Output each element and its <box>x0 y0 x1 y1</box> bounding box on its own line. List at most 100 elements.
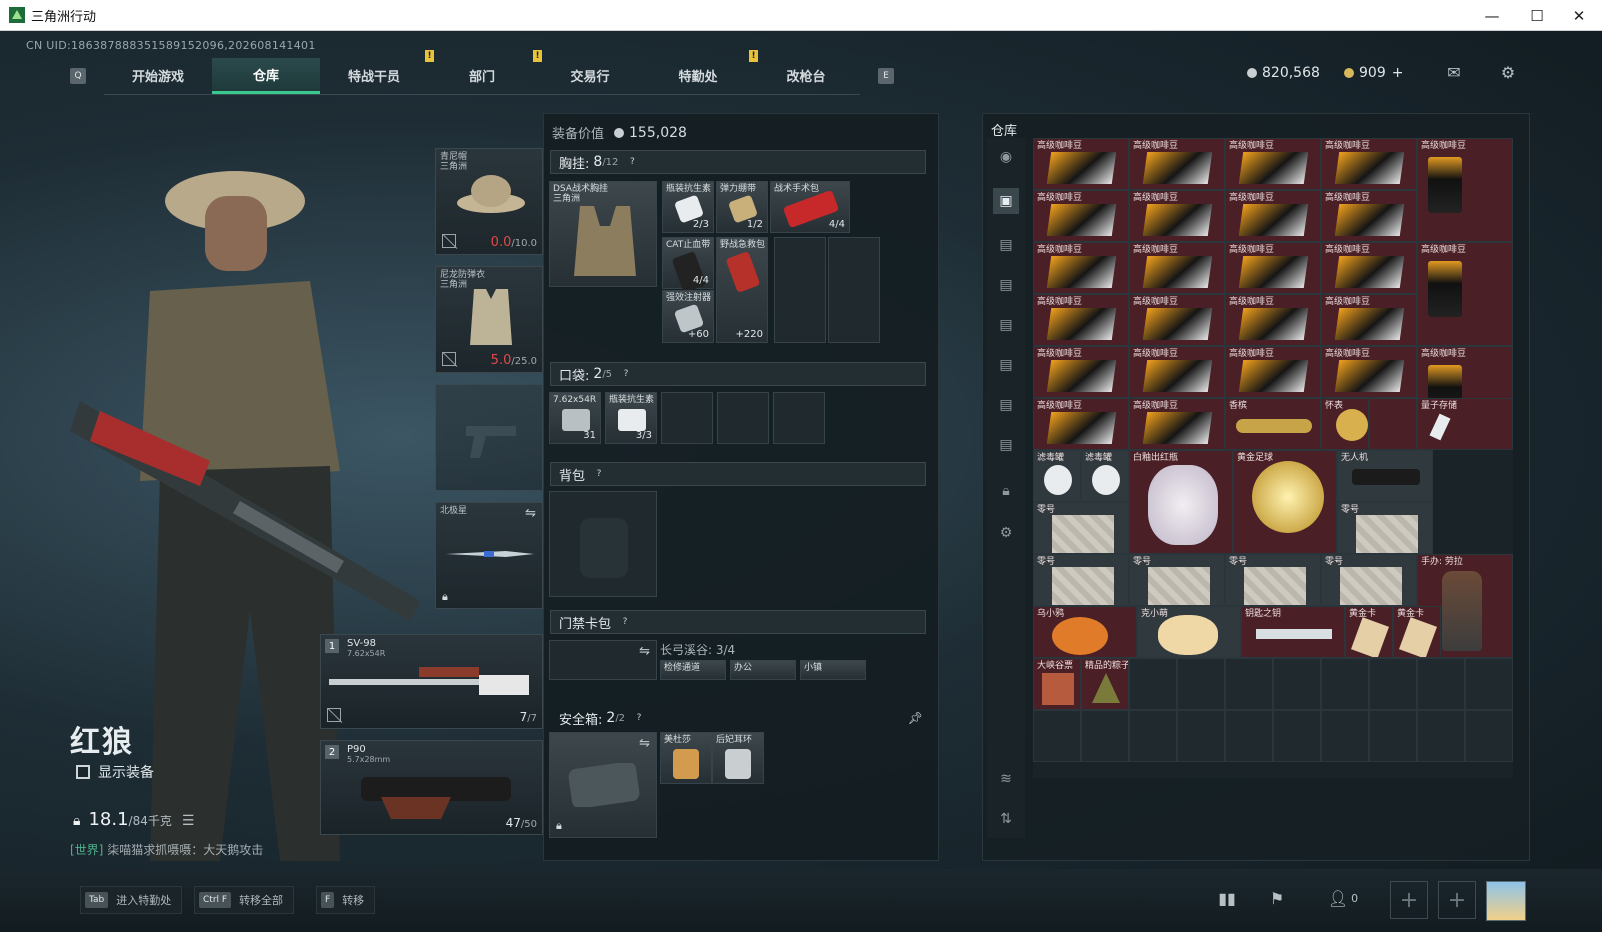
stash-item[interactable]: 高级咖啡豆 <box>1225 294 1321 346</box>
empty-slot[interactable] <box>774 237 826 343</box>
flag-icon[interactable]: ⚑ <box>1266 889 1288 908</box>
nav-prev-key[interactable]: Q <box>70 68 86 84</box>
stash-item[interactable]: 高级咖啡豆 <box>1225 190 1321 242</box>
stash-page-5-icon[interactable]: ▤ <box>993 352 1019 378</box>
safe-box-item[interactable]: ⇋ 🔒︎ <box>549 732 657 838</box>
pocket-item[interactable]: 瓶装抗生素 3/3 <box>605 392 657 444</box>
armor-slot[interactable]: 尼龙防弹衣 三角洲 5.0/25.0 <box>435 266 543 373</box>
maximize-button[interactable]: ☐ <box>1514 0 1560 31</box>
empty-stash-cell[interactable] <box>1321 658 1369 710</box>
stash-item[interactable]: 高级咖啡豆 <box>1321 138 1417 190</box>
stash-item[interactable]: 精品的粽子 <box>1081 658 1129 710</box>
chest-item[interactable]: 弹力绷带 1/2 <box>716 181 768 233</box>
stash-item[interactable]: 零号 <box>1225 554 1321 606</box>
stash-item[interactable]: 高级咖啡豆 <box>1129 346 1225 398</box>
tab-6[interactable]: 改枪台 <box>752 58 860 94</box>
empty-stash-cell[interactable] <box>1273 658 1321 710</box>
add-gold-button[interactable]: + <box>1392 65 1404 81</box>
stash-item[interactable]: 高级咖啡豆 <box>1417 242 1513 346</box>
empty-stash-cell[interactable] <box>1369 710 1417 762</box>
helmet-slot[interactable]: 青尼帽 三角洲 0.0/10.0 <box>435 148 543 255</box>
stash-item[interactable]: 零号 <box>1033 502 1129 554</box>
empty-slot[interactable] <box>717 392 769 444</box>
stash-item[interactable]: 怀表 <box>1321 398 1369 450</box>
show-equip-toggle[interactable]: 显示装备 <box>76 762 154 782</box>
stash-item[interactable]: 高级咖啡豆 <box>1225 242 1321 294</box>
secondary-weapon-slot[interactable]: 2 P90 5.7x28mm 47/50 <box>320 740 543 835</box>
empty-stash-cell[interactable] <box>1465 710 1513 762</box>
stash-item[interactable]: 高级咖啡豆 <box>1033 190 1129 242</box>
show-equip-checkbox[interactable] <box>76 765 90 779</box>
player-avatar[interactable] <box>1486 881 1526 921</box>
settings-gear-icon[interactable]: ⚙ <box>1497 63 1519 82</box>
empty-slot[interactable] <box>828 237 880 343</box>
close-button[interactable]: ✕ <box>1556 0 1602 31</box>
melee-slot[interactable]: 北极星 ⇋ 🔒︎ <box>435 502 543 609</box>
stash-item[interactable]: 高级咖啡豆 <box>1033 138 1129 190</box>
safe-item[interactable]: 美杜莎 <box>660 732 712 784</box>
stash-item[interactable]: 高级咖啡豆 <box>1321 190 1417 242</box>
chest-item[interactable]: 瓶装抗生素 2/3 <box>662 181 714 233</box>
chest-item[interactable]: 强效注射器 +60 <box>662 290 714 343</box>
stash-item[interactable]: 高级咖啡豆 <box>1129 294 1225 346</box>
stash-item[interactable]: 零号 <box>1033 554 1129 606</box>
tab-2[interactable]: 特战干员! <box>320 49 434 94</box>
stash-item[interactable]: 克小萌 <box>1137 606 1241 658</box>
stash-item[interactable]: 高级咖啡豆 <box>1033 242 1129 294</box>
stash-page-6-icon[interactable]: ▤ <box>993 392 1019 418</box>
stash-all-icon[interactable]: ◉ <box>993 144 1019 170</box>
empty-stash-cell[interactable] <box>1417 710 1465 762</box>
tab-3[interactable]: 部门! <box>428 49 542 94</box>
chest-item[interactable]: 野战急救包 +220 <box>716 237 768 343</box>
stash-page-7-icon[interactable]: ▤ <box>993 432 1019 458</box>
empty-stash-cell[interactable] <box>1177 710 1225 762</box>
stash-item[interactable]: 零号 <box>1129 554 1225 606</box>
empty-stash-cell[interactable] <box>1225 710 1273 762</box>
empty-stash-cell[interactable] <box>1321 710 1369 762</box>
stash-item[interactable]: 高级咖啡豆 <box>1321 346 1417 398</box>
add-squad-slot-1[interactable]: + <box>1390 881 1428 919</box>
chest-rig-item[interactable]: DSA战术胸挂 三角洲 <box>549 181 657 287</box>
keycard-item[interactable]: 小镇 <box>800 660 866 680</box>
empty-stash-cell[interactable] <box>1369 658 1417 710</box>
backpack-slot[interactable] <box>549 491 657 597</box>
keycard-item[interactable]: 检修通道 <box>660 660 726 680</box>
stash-item[interactable]: 无人机 <box>1337 450 1433 502</box>
stash-item[interactable]: 钥匙之钥 <box>1241 606 1345 658</box>
chest-item[interactable]: 战术手术包 4/4 <box>770 181 850 233</box>
empty-stash-cell[interactable] <box>1273 710 1321 762</box>
pocket-item[interactable]: 7.62x54R 31 <box>549 392 601 444</box>
stash-item[interactable]: 白釉出红瓶 <box>1129 450 1233 554</box>
tab-1[interactable]: 仓库 <box>212 57 320 94</box>
squad-icon[interactable]: 👤︎ 0 <box>1323 889 1363 908</box>
primary-weapon-slot[interactable]: 1 SV-98 7.62x54R 7/7 <box>320 634 543 729</box>
empty-stash-cell[interactable] <box>1129 658 1177 710</box>
empty-stash-cell[interactable] <box>1177 658 1225 710</box>
key-hint[interactable]: F 转移 <box>316 886 376 914</box>
stash-item[interactable]: 高级咖啡豆 <box>1033 294 1129 346</box>
stats-chart-icon[interactable]: ▮▮ <box>1216 889 1238 908</box>
mail-icon[interactable]: ✉ <box>1443 63 1465 82</box>
stash-page-3-icon[interactable]: ▤ <box>993 272 1019 298</box>
stash-item[interactable]: 香槟 <box>1225 398 1321 450</box>
tab-4[interactable]: 交易行 <box>536 58 644 94</box>
stash-item[interactable]: 零号 <box>1337 502 1433 554</box>
swap-icon[interactable]: ⇋ <box>639 736 650 751</box>
stash-item[interactable]: 乌小鸦 <box>1033 606 1137 658</box>
stash-page-2-icon[interactable]: ▤ <box>993 232 1019 258</box>
stash-item[interactable]: 高级咖啡豆 <box>1321 242 1417 294</box>
stash-item[interactable]: 零号 <box>1321 554 1417 606</box>
nav-next-key[interactable]: E <box>878 68 894 84</box>
world-chat-message[interactable]: [世界] 柒喵猫求抓嗫嗫：大天鹅攻击 <box>70 841 263 858</box>
stash-item[interactable]: 高级咖啡豆 <box>1225 138 1321 190</box>
stash-item[interactable]: 大峡谷票 <box>1033 658 1081 710</box>
gold-currency[interactable]: 909 + <box>1344 65 1403 81</box>
key-hint[interactable]: Ctrl F 转移全部 <box>194 886 295 914</box>
swap-icon[interactable]: ⇋ <box>639 644 650 659</box>
pistol-slot[interactable] <box>435 384 543 491</box>
stash-item[interactable]: 高级咖啡豆 <box>1129 138 1225 190</box>
stash-item[interactable]: 高级咖啡豆 <box>1225 346 1321 398</box>
tab-0[interactable]: 开始游戏 <box>104 58 212 94</box>
stash-item[interactable]: 滤毒罐 <box>1081 450 1129 502</box>
stash-item[interactable]: 高级咖啡豆 <box>1129 398 1225 450</box>
